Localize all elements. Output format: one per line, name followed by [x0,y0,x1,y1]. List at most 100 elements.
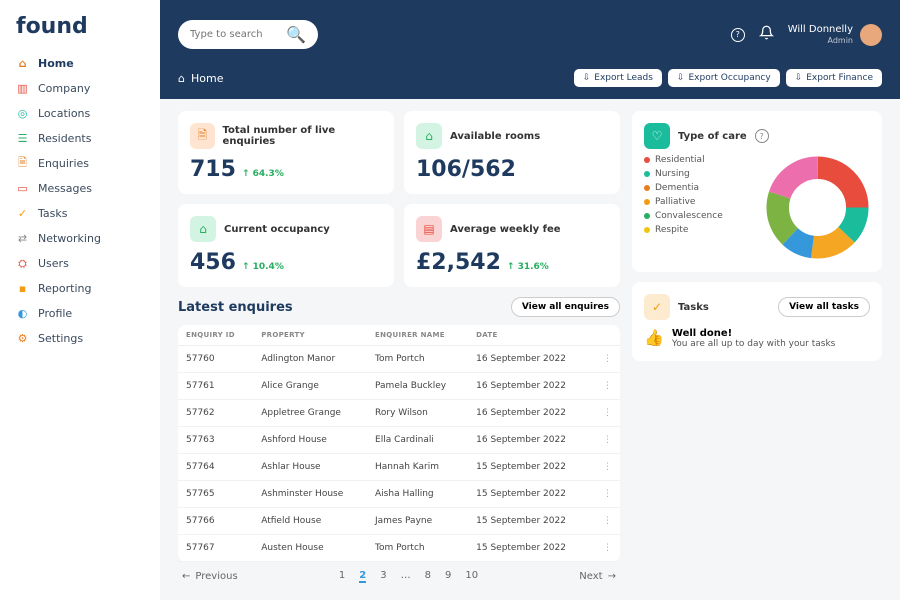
page-number[interactable]: 10 [465,570,478,583]
legend-item: Residential [644,155,723,165]
sidebar-item-settings[interactable]: ⚙Settings [0,326,160,351]
table-cell: Tom Portch [367,535,468,562]
sidebar-item-label: Home [38,57,74,70]
row-menu-icon[interactable]: ⋮ [591,427,620,454]
next-button[interactable]: Next → [579,571,616,582]
main: 🔍 ? Will Donnelly Admin ⌂ Home ⇩ Export … [160,0,900,600]
table-cell: 15 September 2022 [468,454,591,481]
sidebar-item-residents[interactable]: ☰Residents [0,126,160,151]
user-menu[interactable]: Will Donnelly Admin [788,24,882,46]
export-button[interactable]: ⇩ Export Leads [574,69,662,87]
table-cell: 15 September 2022 [468,535,591,562]
table-header: DATE [468,325,591,346]
tasks-title: Tasks [678,302,709,313]
breadcrumb-row: ⌂ Home ⇩ Export Leads⇩ Export Occupancy⇩… [160,69,900,99]
table-cell: 15 September 2022 [468,508,591,535]
page-number[interactable]: 3 [380,570,386,583]
view-all-enquiries-button[interactable]: View all enquires [511,297,620,317]
sidebar-item-networking[interactable]: ⇄ Networking [0,226,160,251]
table-header: ENQUIRER NAME [367,325,468,346]
sidebar-item-reporting[interactable]: ▪Reporting [0,276,160,301]
row-menu-icon[interactable]: ⋮ [591,481,620,508]
legend-label: Palliative [655,197,695,207]
sidebar-item-messages[interactable]: ▭Messages [0,176,160,201]
sidebar-item-label: Users [38,257,69,270]
breadcrumb: ⌂ Home [178,72,223,85]
company-icon: ▥ [16,82,29,95]
sidebar-item-locations[interactable]: ◎Locations [0,101,160,126]
table-row[interactable]: 57766Atfield HouseJames Payne15 Septembe… [178,508,620,535]
table-cell: Austen House [253,535,367,562]
networking-icon: ⇄ [16,232,29,245]
sidebar-item-tasks[interactable]: ✓Tasks [0,201,160,226]
tasks-headline: Well done! [672,328,835,339]
metric-label: Total number of live enquiries [223,125,382,147]
page-number[interactable]: 8 [425,570,431,583]
page-number[interactable]: 9 [445,570,451,583]
notifications-icon[interactable] [759,25,774,44]
sidebar-item-home[interactable]: ⌂ Home [0,51,160,76]
legend-label: Convalescence [655,211,723,221]
care-donut-chart [765,155,870,260]
table-cell: 57762 [178,400,253,427]
profile-icon: ◐ [16,307,29,320]
help-icon[interactable]: ? [731,28,745,42]
sidebar-item-profile[interactable]: ◐Profile [0,301,160,326]
previous-button[interactable]: ← Previous [182,571,238,582]
sidebar-item-users[interactable]: ⛭Users [0,251,160,276]
metric-icon: 🗎 [190,123,215,149]
sidebar-item-label: Tasks [38,207,67,220]
metric-value: £2,542 [416,250,501,275]
legend-dot [644,157,650,163]
search-input[interactable] [190,29,280,40]
table-row[interactable]: 57761Alice GrangePamela Buckley16 Septem… [178,373,620,400]
table-cell: 16 September 2022 [468,346,591,373]
export-button[interactable]: ⇩ Export Finance [786,69,882,87]
table-row[interactable]: 57764Ashlar HouseHannah Karim15 Septembe… [178,454,620,481]
metric-label: Average weekly fee [450,224,561,235]
table-row[interactable]: 57765Ashminster HouseAisha Halling15 Sep… [178,481,620,508]
sidebar-item-label: Settings [38,332,83,345]
breadcrumb-label: Home [191,72,223,85]
download-icon: ⇩ [677,73,685,83]
info-icon[interactable]: ? [755,129,769,143]
heart-icon: ♡ [644,123,670,149]
thumbs-up-icon: 👍 [644,328,664,347]
table-cell: Ashlar House [253,454,367,481]
pagination: ← Previous 123…8910 Next → [178,562,620,591]
row-menu-icon[interactable]: ⋮ [591,346,620,373]
search-box[interactable]: 🔍 [178,20,318,49]
home-icon: ⌂ [16,57,29,70]
sidebar-item-company[interactable]: ▥Company [0,76,160,101]
page-number[interactable]: 1 [339,570,345,583]
view-all-tasks-button[interactable]: View all tasks [778,297,870,317]
legend-label: Nursing [655,169,690,179]
table-cell: Ella Cardinali [367,427,468,454]
table-row[interactable]: 57763Ashford HouseElla Cardinali16 Septe… [178,427,620,454]
row-menu-icon[interactable]: ⋮ [591,535,620,562]
table-row[interactable]: 57760Adlington ManorTom Portch16 Septemb… [178,346,620,373]
table-cell: Hannah Karim [367,454,468,481]
metric-value: 456 [190,250,236,275]
donut-segment [778,168,858,248]
table-cell: 57767 [178,535,253,562]
row-menu-icon[interactable]: ⋮ [591,400,620,427]
table-row[interactable]: 57762Appletree GrangeRory Wilson16 Septe… [178,400,620,427]
sidebar-item-enquiries[interactable]: 🗎Enquiries [0,151,160,176]
page-number[interactable]: 2 [359,570,366,583]
table-cell: Rory Wilson [367,400,468,427]
download-icon: ⇩ [583,73,591,83]
row-menu-icon[interactable]: ⋮ [591,508,620,535]
table-row[interactable]: 57767Austen HouseTom Portch15 September … [178,535,620,562]
row-menu-icon[interactable]: ⋮ [591,373,620,400]
export-button[interactable]: ⇩ Export Occupancy [668,69,780,87]
sidebar-item-label: Networking [38,232,101,245]
metric-label: Available rooms [450,131,540,142]
table-cell: Alice Grange [253,373,367,400]
metric-card: 🗎Total number of live enquiries715↑ 64.3… [178,111,394,194]
legend-item: Palliative [644,197,723,207]
metric-card: ⌂Available rooms106/562 [404,111,620,194]
download-icon: ⇩ [795,73,803,83]
row-menu-icon[interactable]: ⋮ [591,454,620,481]
metric-label: Current occupancy [224,224,330,235]
